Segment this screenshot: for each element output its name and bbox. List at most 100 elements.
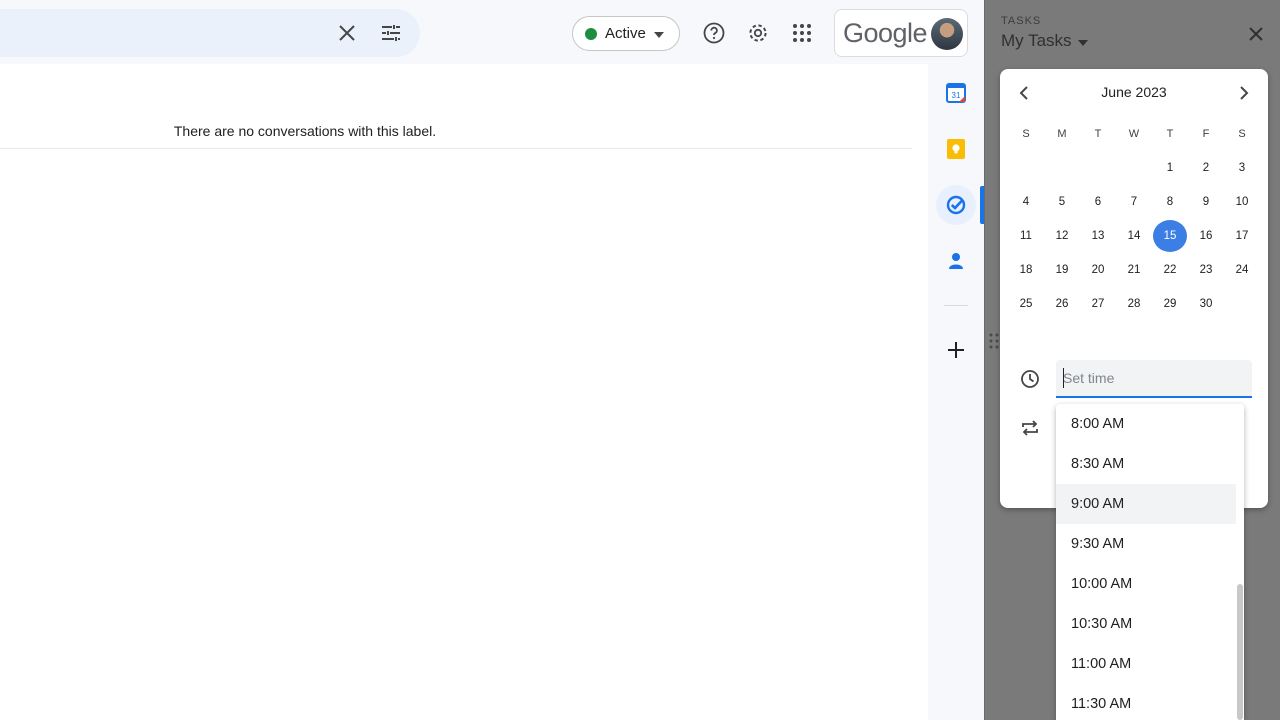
empty-message: There are no conversations with this lab… <box>173 123 437 139</box>
calendar-day-number: 6 <box>1094 196 1102 208</box>
caret-down-icon <box>653 25 664 43</box>
calendar-icon[interactable]: 31 <box>936 73 976 113</box>
rail-divider <box>944 305 968 306</box>
gear-icon[interactable] <box>746 21 770 45</box>
weekday-header: S <box>1022 128 1030 140</box>
calendar-day-number: 18 <box>1019 264 1033 276</box>
calendar-day-number: 14 <box>1127 230 1141 242</box>
calendar-day-number: 9 <box>1202 196 1210 208</box>
calendar-day-number: 21 <box>1127 264 1141 276</box>
calendar-day-number: 27 <box>1091 298 1105 310</box>
status-chip[interactable]: Active <box>572 16 680 51</box>
calendar-day[interactable]: 2 <box>1188 151 1224 185</box>
calendar-day-number: 5 <box>1058 196 1066 208</box>
calendar-day[interactable]: 27 <box>1080 287 1116 321</box>
close-icon[interactable] <box>1244 22 1268 46</box>
calendar-day[interactable]: 28 <box>1116 287 1152 321</box>
calendar-day[interactable]: 20 <box>1080 253 1116 287</box>
calendar-day-number: 12 <box>1055 230 1069 242</box>
apps-grid-icon[interactable] <box>790 21 814 45</box>
time-option[interactable]: 8:00 AM <box>1056 404 1236 444</box>
time-option[interactable]: 9:00 AM <box>1056 484 1236 524</box>
calendar-day[interactable]: 5 <box>1044 185 1080 219</box>
calendar-day[interactable]: 3 <box>1224 151 1260 185</box>
calendar-day[interactable]: 1 <box>1152 151 1188 185</box>
calendar-blank <box>1008 151 1044 185</box>
keep-icon[interactable] <box>936 129 976 169</box>
time-option[interactable]: 8:30 AM <box>1056 444 1236 484</box>
divider <box>0 148 912 149</box>
tasks-list-selector[interactable]: My Tasks <box>1001 31 1088 51</box>
calendar-day[interactable]: 13 <box>1080 219 1116 253</box>
calendar-day[interactable]: 21 <box>1116 253 1152 287</box>
calendar-day-number: 3 <box>1238 162 1246 174</box>
time-option[interactable]: 11:30 AM <box>1056 684 1236 720</box>
time-option[interactable]: 10:30 AM <box>1056 604 1236 644</box>
account-button[interactable]: Google <box>834 9 968 57</box>
month-label: June 2023 <box>1101 84 1167 100</box>
side-rail: 31 <box>928 64 984 720</box>
search-bar[interactable] <box>0 9 420 57</box>
calendar-day[interactable]: 14 <box>1116 219 1152 253</box>
plus-icon[interactable] <box>936 330 976 370</box>
calendar-day[interactable]: 23 <box>1188 253 1224 287</box>
calendar-day[interactable]: 19 <box>1044 253 1080 287</box>
calendar-day[interactable]: 16 <box>1188 219 1224 253</box>
calendar-day-number: 1 <box>1166 162 1174 174</box>
repeat-icon[interactable] <box>1018 416 1042 440</box>
drag-handle-icon[interactable] <box>989 333 999 349</box>
calendar-day-selected[interactable]: 15 <box>1152 219 1188 253</box>
calendar-day[interactable]: 7 <box>1116 185 1152 219</box>
calendar-day[interactable]: 6 <box>1080 185 1116 219</box>
scrollbar-thumb[interactable] <box>1237 584 1243 720</box>
calendar-day[interactable]: 9 <box>1188 185 1224 219</box>
status-label: Active <box>605 25 646 42</box>
calendar-day[interactable]: 29 <box>1152 287 1188 321</box>
calendar-day-number: 26 <box>1055 298 1069 310</box>
calendar-day[interactable]: 26 <box>1044 287 1080 321</box>
tasks-kicker: TASKS <box>1001 15 1042 27</box>
chevron-right-icon[interactable] <box>1232 81 1256 105</box>
calendar-day[interactable]: 18 <box>1008 253 1044 287</box>
calendar-day[interactable]: 30 <box>1188 287 1224 321</box>
help-icon[interactable] <box>702 21 726 45</box>
calendar-day-number: 13 <box>1091 230 1105 242</box>
calendar-day-number: 20 <box>1091 264 1105 276</box>
time-option[interactable]: 11:00 AM <box>1056 644 1236 684</box>
time-dropdown[interactable]: 11:30 AM 11:00 AM 10:30 AM 10:00 AM 9:30 AM 9… <box>1056 404 1244 720</box>
calendar-day-number: 4 <box>1022 196 1030 208</box>
calendar-day[interactable]: 10 <box>1224 185 1260 219</box>
calendar-day-number: 10 <box>1235 196 1249 208</box>
weekday-header: S <box>1238 128 1246 140</box>
calendar-day[interactable]: 11 <box>1008 219 1044 253</box>
time-option[interactable]: 9:30 AM <box>1056 524 1236 564</box>
calendar-day-number: 16 <box>1199 230 1213 242</box>
calendar-day[interactable]: 25 <box>1008 287 1044 321</box>
calendar-day-number: 2 <box>1202 162 1210 174</box>
calendar-day[interactable]: 4 <box>1008 185 1044 219</box>
calendar-day[interactable]: 12 <box>1044 219 1080 253</box>
calendar-day[interactable]: 8 <box>1152 185 1188 219</box>
tasks-icon[interactable] <box>936 185 976 225</box>
calendar-blank <box>1116 151 1152 185</box>
time-option[interactable]: 10:00 AM <box>1056 564 1236 604</box>
calendar-grid: S M T W T F S 1 2 3 4 5 6 7 8 9 10 11 12 13 14 15 16 17 18 19 20 21… <box>1008 117 1260 321</box>
tasks-title: My Tasks <box>1001 31 1072 50</box>
contacts-icon[interactable] <box>936 241 976 281</box>
text-cursor <box>1063 368 1064 388</box>
calendar-day-number: 30 <box>1199 298 1213 310</box>
calendar-day-number: 19 <box>1055 264 1069 276</box>
calendar-day-number: 17 <box>1235 230 1249 242</box>
weekday-header: T <box>1094 128 1102 140</box>
calendar-day-number: 29 <box>1163 298 1177 310</box>
weekday-header: M <box>1057 128 1067 140</box>
tune-icon[interactable] <box>379 21 403 45</box>
calendar-day[interactable]: 24 <box>1224 253 1260 287</box>
calendar-day[interactable]: 22 <box>1152 253 1188 287</box>
calendar-day-number: 25 <box>1019 298 1033 310</box>
weekday-header: F <box>1202 128 1210 140</box>
set-time-input[interactable] <box>1056 360 1252 398</box>
close-icon[interactable] <box>335 21 359 45</box>
calendar-day-number: 28 <box>1127 298 1141 310</box>
calendar-day[interactable]: 17 <box>1224 219 1260 253</box>
